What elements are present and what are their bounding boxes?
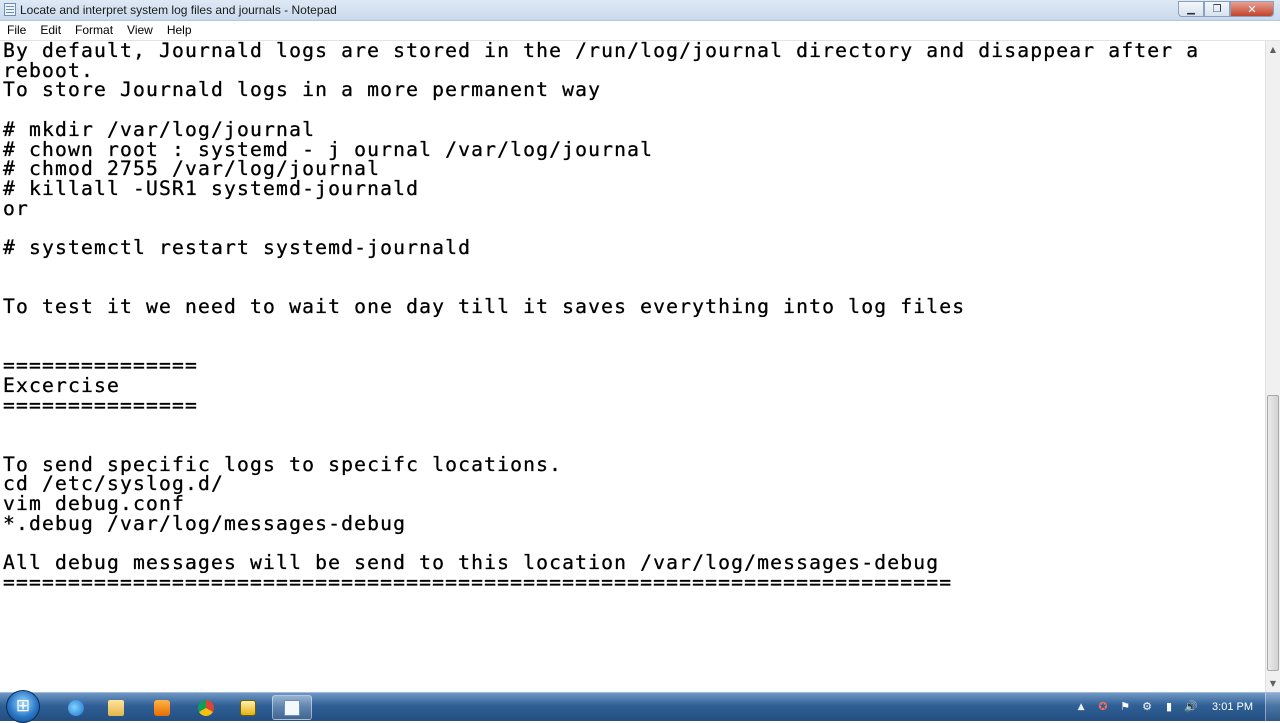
chrome-icon: [198, 699, 214, 716]
vertical-scrollbar[interactable]: ▲ ▼: [1265, 41, 1280, 692]
taskbar-internet-explorer[interactable]: [56, 695, 96, 720]
taskbar-notepad[interactable]: [272, 695, 312, 720]
volume-icon[interactable]: 🔊: [1184, 700, 1198, 714]
taskbar-media-player[interactable]: [142, 695, 182, 720]
notepad-icon: [284, 699, 300, 716]
taskbar-explorer[interactable]: [96, 695, 136, 720]
media-player-icon: [154, 699, 170, 716]
minimize-button[interactable]: ▁: [1178, 1, 1204, 17]
text-editor[interactable]: By default, Journald logs are stored in …: [0, 41, 1265, 692]
scroll-up-button[interactable]: ▲: [1266, 41, 1280, 58]
close-button[interactable]: ✕: [1230, 1, 1274, 17]
taskbar-chrome[interactable]: [186, 695, 226, 720]
flag-icon[interactable]: ⚑: [1118, 700, 1132, 714]
notepad-window: Locate and interpret system log files an…: [0, 0, 1280, 692]
app-icon: [240, 699, 256, 716]
scrollbar-thumb[interactable]: [1267, 395, 1279, 671]
menu-bar: File Edit Format View Help: [0, 21, 1280, 41]
internet-explorer-icon: [68, 699, 84, 716]
maximize-button[interactable]: ❐: [1204, 1, 1230, 17]
title-bar[interactable]: Locate and interpret system log files an…: [0, 0, 1280, 21]
document-text[interactable]: By default, Journald logs are stored in …: [0, 41, 1265, 593]
menu-edit[interactable]: Edit: [33, 21, 68, 40]
folder-icon: [108, 699, 124, 716]
show-hidden-icons-icon[interactable]: ▲: [1074, 700, 1088, 714]
restore-icon: ❐: [1212, 4, 1222, 15]
close-icon: ✕: [1247, 3, 1257, 16]
window-controls: ▁ ❐ ✕: [1178, 1, 1274, 18]
start-button[interactable]: [6, 690, 40, 723]
show-desktop-button[interactable]: [1265, 693, 1280, 721]
device-icon[interactable]: ⚙: [1140, 700, 1154, 714]
taskbar-app[interactable]: [228, 695, 268, 720]
antivirus-icon[interactable]: ✪: [1096, 700, 1110, 714]
scroll-down-button[interactable]: ▼: [1266, 675, 1280, 692]
menu-help[interactable]: Help: [160, 21, 199, 40]
system-tray: ▲ ✪ ⚑ ⚙ ▮ 🔊 3:01 PM: [1070, 693, 1280, 721]
network-icon[interactable]: ▮: [1162, 700, 1176, 714]
notepad-icon[interactable]: [4, 3, 16, 16]
minimize-icon: ▁: [1187, 4, 1195, 15]
window-title: Locate and interpret system log files an…: [20, 3, 337, 17]
menu-file[interactable]: File: [0, 21, 33, 40]
clock[interactable]: 3:01 PM: [1202, 693, 1265, 721]
menu-format[interactable]: Format: [68, 21, 120, 40]
menu-view[interactable]: View: [120, 21, 160, 40]
taskbar: ▲ ✪ ⚑ ⚙ ▮ 🔊 3:01 PM: [0, 690, 1280, 723]
